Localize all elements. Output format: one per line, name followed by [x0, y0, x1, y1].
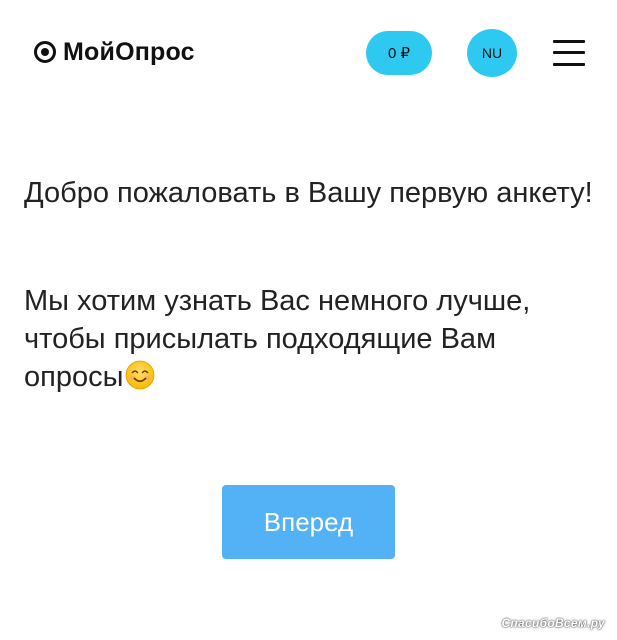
user-avatar[interactable]: NU: [467, 29, 517, 77]
balance-badge[interactable]: 0 ₽: [366, 31, 432, 75]
menu-line: [553, 63, 585, 66]
watermark-logo: СпасибоВсем.ру: [501, 616, 605, 630]
intro-paragraph: Мы хотим узнать Вас немного лучше, чтобы…: [24, 282, 594, 396]
brand-logo[interactable]: МойОпрос: [34, 36, 195, 68]
survey-page: МойОпрос 0 ₽ NU Добро пожаловать в Вашу …: [0, 0, 617, 640]
brand-name: МойОпрос: [63, 37, 195, 66]
next-button[interactable]: Вперед: [222, 485, 395, 559]
welcome-heading: Добро пожаловать в Вашу первую анкету!: [24, 177, 593, 209]
target-dot-icon: [34, 41, 56, 63]
menu-line: [553, 40, 585, 43]
header: МойОпрос 0 ₽ NU: [0, 0, 617, 110]
menu-line: [553, 51, 585, 54]
hamburger-menu-icon[interactable]: [553, 38, 585, 68]
intro-text: Мы хотим узнать Вас немного лучше, чтобы…: [24, 285, 531, 393]
smiling-face-icon: [126, 360, 155, 390]
